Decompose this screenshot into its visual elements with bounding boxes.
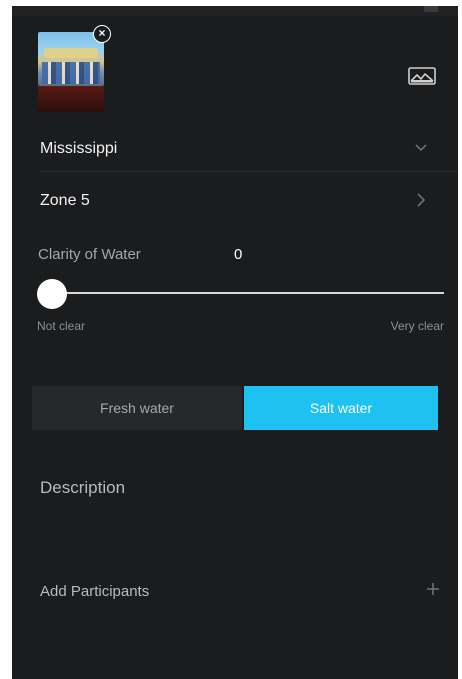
top-bar [12,6,458,16]
state-select[interactable]: Mississippi [12,128,458,172]
slider-min-label: Not clear [37,319,86,333]
slider-max-label: Very clear [390,319,444,333]
photo-shadow [38,86,104,112]
attachment-thumbnail[interactable]: × [38,25,111,112]
fresh-water-option[interactable]: Fresh water [32,386,242,430]
top-corner-icon [424,6,438,12]
clarity-label: Clarity of Water [38,246,141,263]
photo-banner [44,48,98,58]
photo-people [42,62,100,84]
remove-attachment-icon[interactable]: × [93,25,111,43]
plus-icon[interactable] [425,581,441,597]
clarity-slider-thumb[interactable] [37,279,67,309]
chevron-down-icon [415,144,427,152]
zone-select-value: Zone 5 [40,192,90,209]
zone-select[interactable]: Zone 5 [12,180,458,224]
description-field[interactable]: Description [40,478,125,498]
salt-water-option[interactable]: Salt water [244,386,438,430]
state-select-value: Mississippi [40,140,118,157]
photo-thumbnail [38,32,104,86]
add-participants-label[interactable]: Add Participants [40,583,149,600]
water-report-form: × Mississippi Zone 5 Clarity of Water 0 … [12,6,458,679]
chevron-right-icon [417,193,426,207]
clarity-slider-track[interactable] [52,292,444,294]
clarity-value: 0 [234,246,243,263]
image-gallery-icon[interactable] [408,66,436,86]
divider [40,171,458,172]
